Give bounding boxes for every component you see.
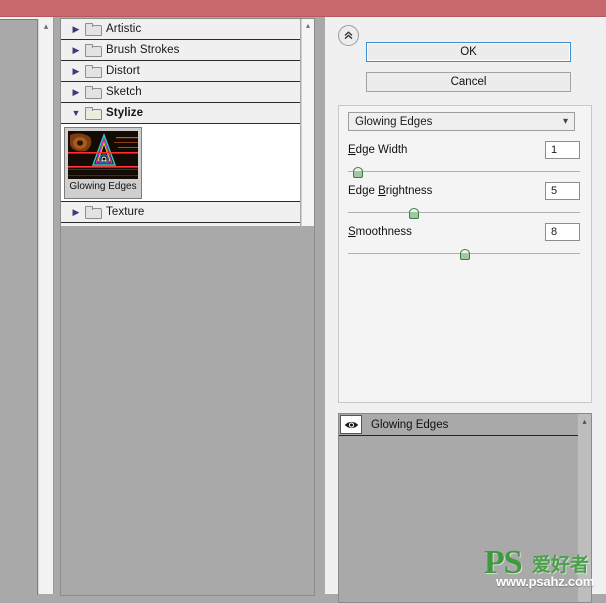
double-chevron-up-icon[interactable] (338, 25, 359, 46)
glowing-edges-preview-svg (68, 131, 138, 179)
category-label: Distort (106, 65, 140, 77)
slider-label: Edge Brightness (348, 185, 433, 197)
chevron-down-icon[interactable]: ▾ (563, 116, 568, 127)
smoothness-handle[interactable] (459, 249, 470, 260)
folder-icon (85, 86, 102, 99)
track-line (348, 171, 580, 172)
triangle-right-icon[interactable]: ▶ (69, 85, 83, 99)
window-titlebar (0, 0, 606, 17)
category-label: Texture (106, 206, 145, 218)
slider-edge-brightness: Edge Brightness 5 (348, 181, 580, 219)
preview-canvas[interactable] (0, 19, 38, 595)
edge-width-track[interactable] (348, 167, 580, 178)
preview-vertical-scrollbar[interactable]: ▴ (38, 19, 53, 594)
folder-open-icon (85, 107, 102, 120)
category-row-texture[interactable]: ▶ Texture (61, 202, 300, 223)
track-line (348, 212, 580, 213)
triangle-right-icon[interactable]: ▶ (69, 22, 83, 36)
folder-icon (85, 44, 102, 57)
cancel-button[interactable]: Cancel (366, 72, 571, 92)
filter-parameters-panel: Glowing Edges ▾ Edge Width 1 Edge Bright… (338, 105, 592, 403)
chevron-up-icon[interactable]: ▴ (578, 415, 591, 428)
category-row-brush-strokes[interactable]: ▶ Brush Strokes (61, 40, 300, 61)
edge-width-input[interactable]: 1 (545, 141, 580, 159)
filter-category-tree: ▶ Artistic ▶ Brush Strokes ▶ Distort ▶ S… (61, 19, 300, 226)
smoothness-input[interactable]: 8 (545, 223, 580, 241)
filter-gallery-window: ▴ ▶ Artistic ▶ Brush Strokes ▶ Distort ▶ (0, 0, 606, 603)
category-label: Artistic (106, 23, 142, 35)
edge-width-handle[interactable] (352, 167, 364, 178)
folder-icon (85, 23, 102, 36)
edge-brightness-input[interactable]: 5 (545, 182, 580, 200)
filter-name-value: Glowing Edges (355, 115, 433, 128)
category-row-stylize[interactable]: ▼ Stylize (61, 103, 300, 124)
category-label: Stylize (106, 107, 144, 119)
filter-thumb-label: Glowing Edges (69, 181, 137, 192)
filter-thumb-preview-image (68, 131, 138, 179)
triangle-right-icon[interactable]: ▶ (69, 205, 83, 219)
double-chevron-up-glyph (344, 31, 353, 40)
edge-brightness-handle[interactable] (408, 208, 419, 219)
category-label: Sketch (106, 86, 142, 98)
slider-label: Smoothness (348, 226, 412, 238)
triangle-down-icon[interactable]: ▼ (69, 106, 83, 120)
ok-button[interactable]: OK (366, 42, 571, 62)
preview-pane: ▴ (0, 17, 54, 595)
slider-smoothness: Smoothness 8 (348, 222, 580, 260)
slider-edge-width: Edge Width 1 (348, 140, 580, 178)
category-row-distort[interactable]: ▶ Distort (61, 61, 300, 82)
filter-thumbnail-grid: Glowing Edges (61, 124, 300, 202)
category-label: Brush Strokes (106, 44, 180, 56)
effect-stack-panel: Glowing Edges ▴ (338, 413, 592, 603)
chevron-up-icon[interactable]: ▴ (302, 19, 314, 32)
eye-glyph (344, 421, 358, 428)
category-row-sketch[interactable]: ▶ Sketch (61, 82, 300, 103)
controls-panel: OK Cancel Glowing Edges ▾ Edge Width 1 E… (325, 17, 606, 603)
filter-browser: ▶ Artistic ▶ Brush Strokes ▶ Distort ▶ S… (60, 18, 315, 596)
edge-brightness-track[interactable] (348, 208, 580, 219)
slider-label: Edge Width (348, 144, 408, 156)
filter-thumb-glowing-edges[interactable]: Glowing Edges (64, 127, 142, 199)
effect-name-label: Glowing Edges (371, 418, 449, 431)
filter-name-dropdown[interactable]: Glowing Edges ▾ (348, 112, 575, 131)
chevron-up-icon[interactable]: ▴ (39, 19, 53, 33)
category-row-artistic[interactable]: ▶ Artistic (61, 19, 300, 40)
folder-icon (85, 65, 102, 78)
eye-icon[interactable] (340, 415, 362, 434)
effect-stack-scrollbar[interactable]: ▴ (578, 414, 591, 602)
browser-empty-area (61, 226, 312, 593)
triangle-right-icon[interactable]: ▶ (69, 64, 83, 78)
folder-icon (85, 206, 102, 219)
effect-stack-row[interactable]: Glowing Edges (339, 414, 591, 436)
triangle-right-icon[interactable]: ▶ (69, 43, 83, 57)
browser-vertical-scrollbar[interactable]: ▴ (301, 19, 314, 226)
smoothness-track[interactable] (348, 249, 580, 260)
